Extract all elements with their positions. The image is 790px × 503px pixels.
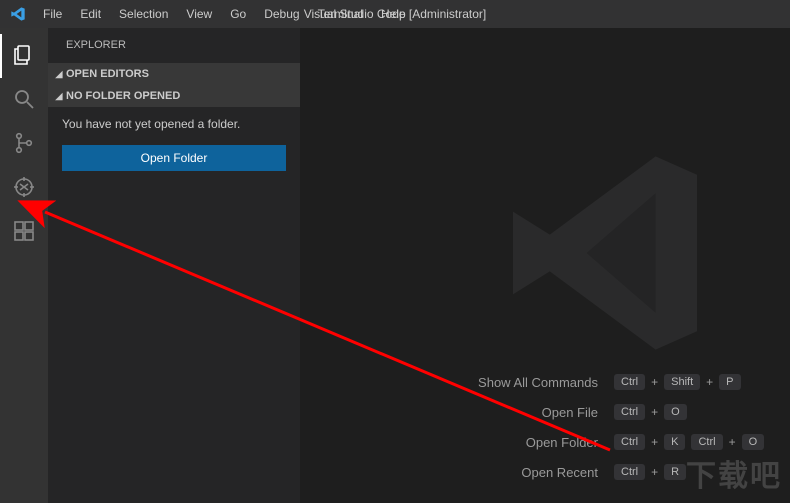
debug-icon <box>12 175 36 202</box>
keycap: K <box>664 434 685 450</box>
window-title: Visual Studio Code [Administrator] <box>304 7 487 21</box>
vscode-watermark-icon <box>490 138 720 371</box>
cmd-label: Show All Commands <box>454 375 614 390</box>
cmd-open-file: Open File Ctrl + O <box>454 397 774 427</box>
sidebar-title: EXPLORER <box>48 28 300 63</box>
keycap: Ctrl <box>614 374 645 390</box>
plus-icon: + <box>651 405 658 419</box>
keycap: P <box>719 374 740 390</box>
keycap: Ctrl <box>614 404 645 420</box>
activitybar <box>0 28 48 503</box>
menu-file[interactable]: File <box>34 0 71 28</box>
keycap: Ctrl <box>614 434 645 450</box>
plus-icon: + <box>729 435 736 449</box>
chevron-down-icon: ◢ <box>52 63 66 85</box>
vscode-logo-icon <box>8 4 28 24</box>
search-icon <box>12 87 36 114</box>
activity-debug[interactable] <box>0 166 48 210</box>
welcome-commands: Show All Commands Ctrl + Shift + P Open … <box>454 367 774 487</box>
plus-icon: + <box>651 465 658 479</box>
keycap: Ctrl <box>691 434 722 450</box>
menu-selection[interactable]: Selection <box>110 0 177 28</box>
activity-search[interactable] <box>0 78 48 122</box>
menu-view[interactable]: View <box>177 0 221 28</box>
keycap: O <box>742 434 765 450</box>
extensions-icon <box>12 219 36 246</box>
source-control-icon <box>12 131 36 158</box>
no-folder-message: You have not yet opened a folder. <box>62 117 286 131</box>
plus-icon: + <box>651 435 658 449</box>
cmd-label: Open File <box>454 405 614 420</box>
cmd-show-all-commands: Show All Commands Ctrl + Shift + P <box>454 367 774 397</box>
cmd-label: Open Recent <box>454 465 614 480</box>
activity-source-control[interactable] <box>0 122 48 166</box>
section-label: NO FOLDER OPENED <box>66 85 180 107</box>
section-open-editors[interactable]: ◢ OPEN EDITORS <box>48 63 300 85</box>
keycap: O <box>664 404 687 420</box>
activity-extensions[interactable] <box>0 210 48 254</box>
cmd-open-recent: Open Recent Ctrl + R <box>454 457 774 487</box>
files-icon <box>12 43 36 70</box>
titlebar: File Edit Selection View Go Debug Termin… <box>0 0 790 28</box>
open-folder-button[interactable]: Open Folder <box>62 145 286 171</box>
section-no-folder-opened[interactable]: ◢ NO FOLDER OPENED <box>48 85 300 107</box>
menu-edit[interactable]: Edit <box>71 0 110 28</box>
menu-debug[interactable]: Debug <box>255 0 308 28</box>
keycap: Shift <box>664 374 700 390</box>
menu-go[interactable]: Go <box>221 0 255 28</box>
plus-icon: + <box>651 375 658 389</box>
editor-area: Show All Commands Ctrl + Shift + P Open … <box>300 28 790 503</box>
activity-explorer[interactable] <box>0 34 48 78</box>
sidebar: EXPLORER ◢ OPEN EDITORS ◢ NO FOLDER OPEN… <box>48 28 300 503</box>
section-label: OPEN EDITORS <box>66 63 149 85</box>
cmd-open-folder: Open Folder Ctrl + K Ctrl + O <box>454 427 774 457</box>
cmd-label: Open Folder <box>454 435 614 450</box>
keycap: R <box>664 464 686 480</box>
plus-icon: + <box>706 375 713 389</box>
keycap: Ctrl <box>614 464 645 480</box>
chevron-down-icon: ◢ <box>52 85 66 107</box>
